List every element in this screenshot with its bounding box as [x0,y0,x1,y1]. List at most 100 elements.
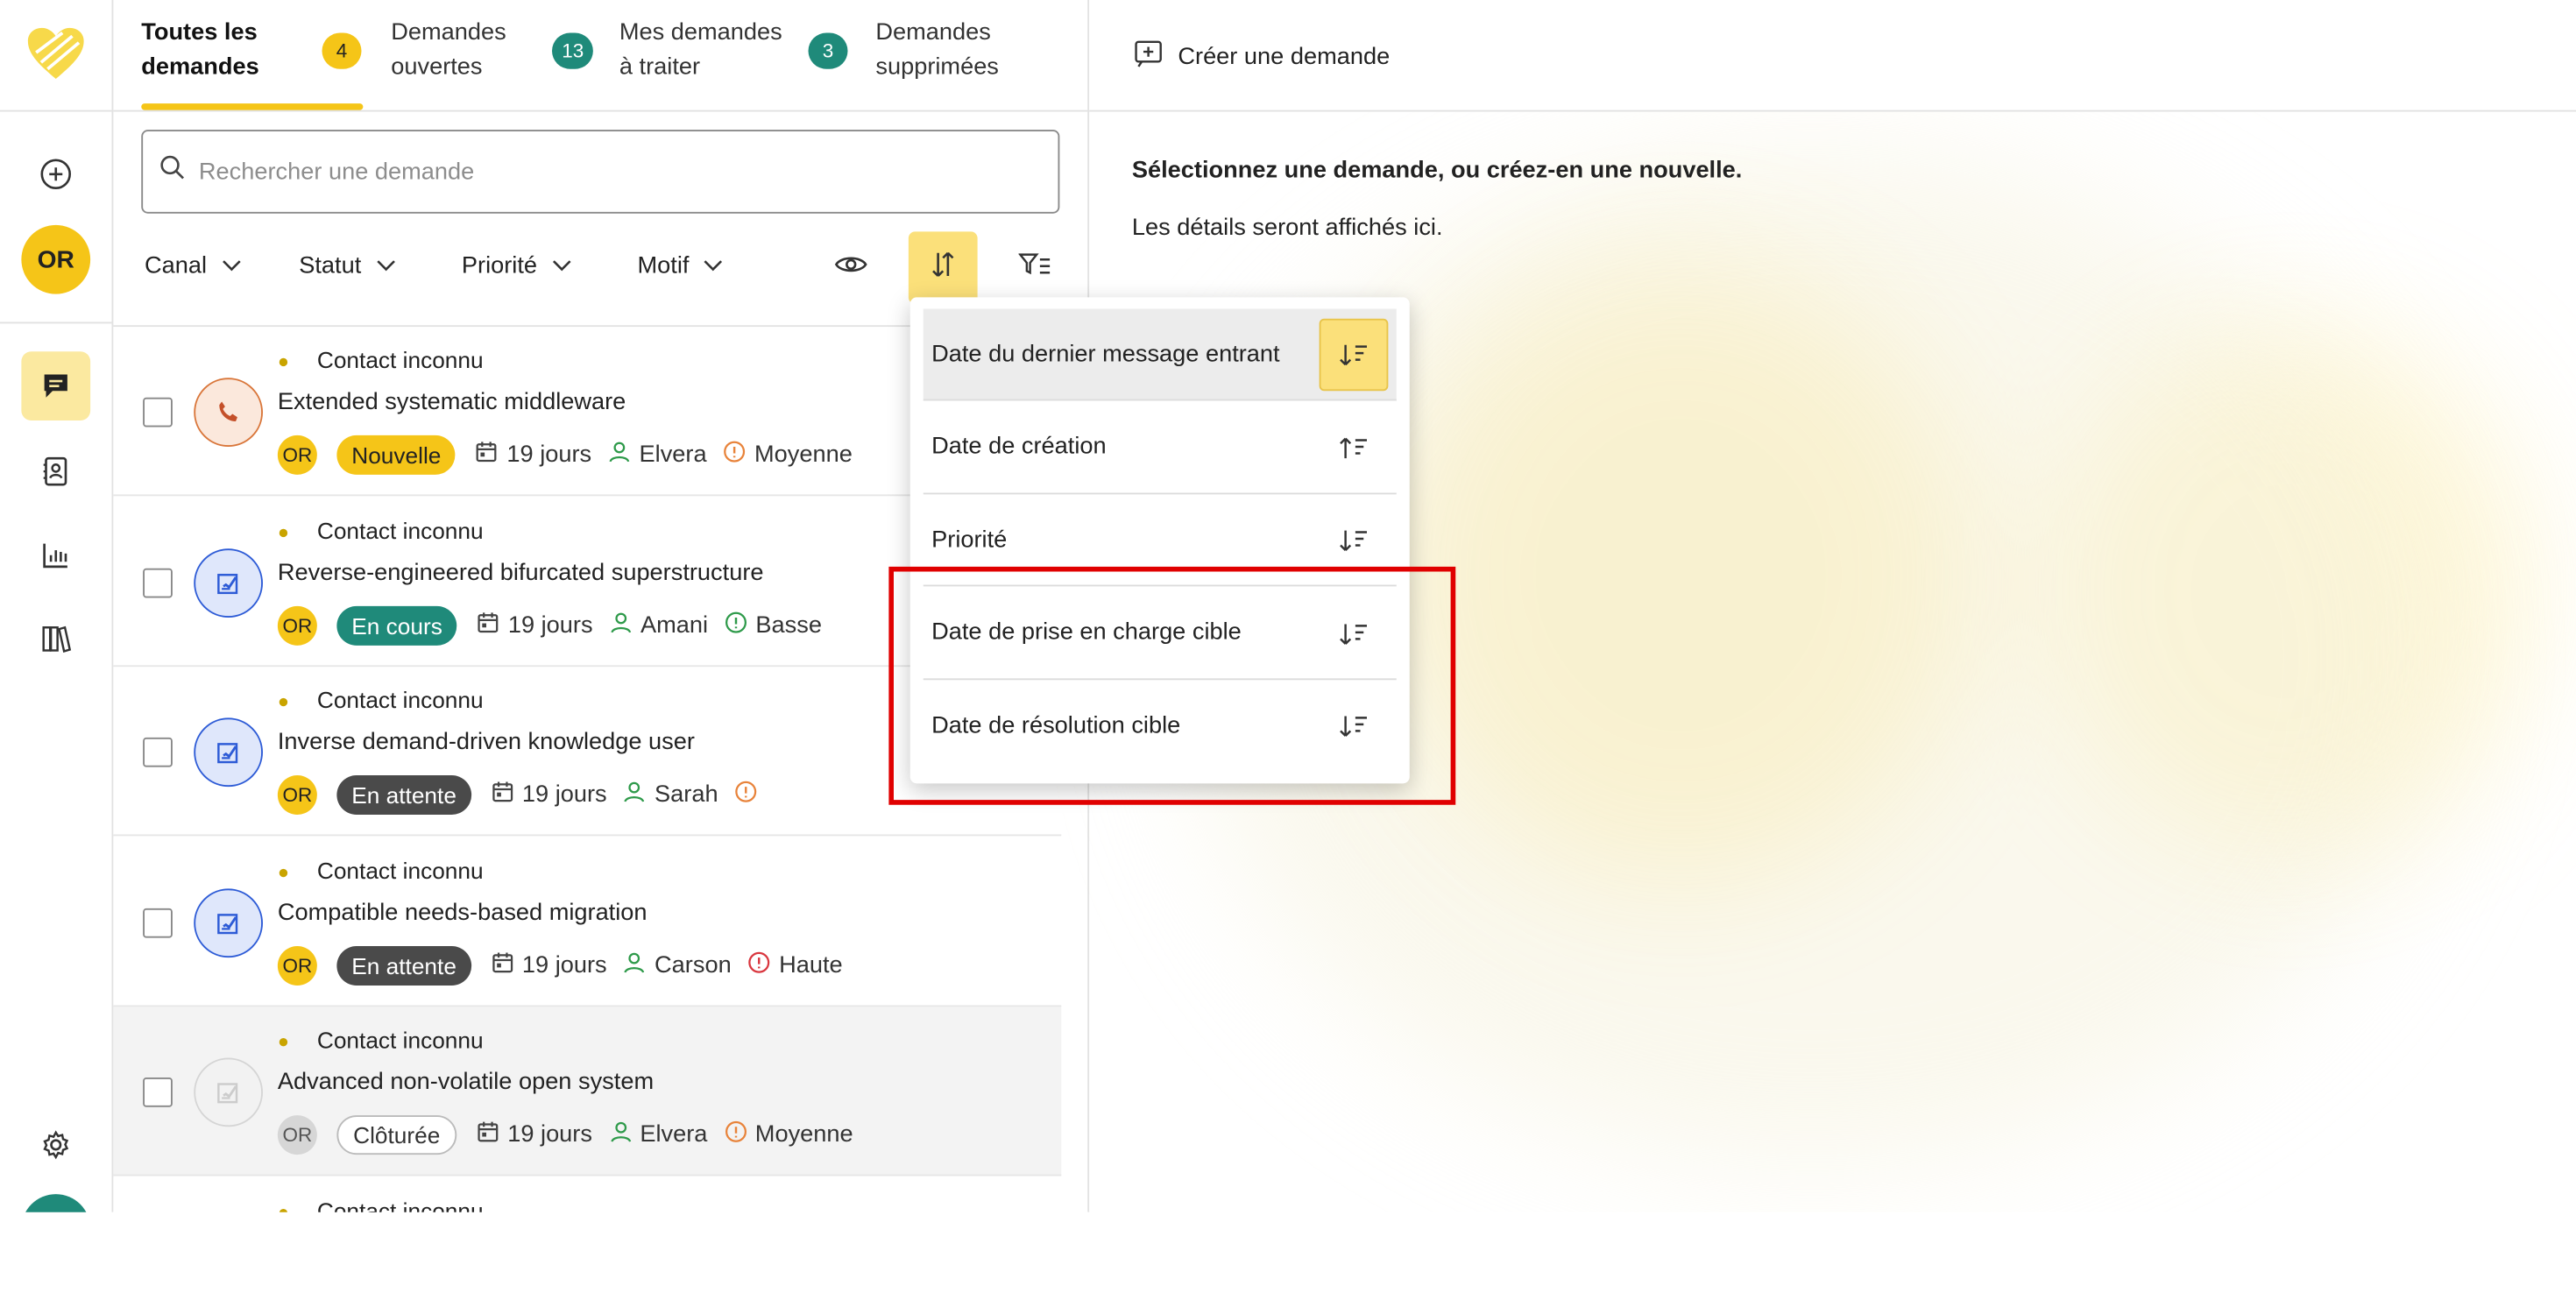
assignee-avatar: OR [277,945,317,986]
chevron-down-icon [550,253,573,279]
request-row[interactable]: Contact inconnu Compatible needs-based m… [113,837,1062,1007]
row-checkbox[interactable] [143,907,173,937]
agent-label: Carson [655,951,732,979]
tab-label: à traiter [619,53,701,81]
agent-label: Elvera [639,442,707,469]
sort-descending-icon[interactable] [1319,318,1389,392]
agent-label: Elvera [640,1121,708,1148]
request-title: Extended systematic middleware [277,389,626,416]
workspace-avatar[interactable]: OR [21,224,91,294]
contact-name: Contact inconnu [316,346,484,373]
add-icon[interactable] [21,139,90,208]
calendar-icon [477,611,499,640]
tab-label: Mes demandes [619,19,782,46]
search-input[interactable]: Rechercher une demande [141,130,1060,214]
row-checkbox[interactable] [143,397,173,427]
sort-option-label: Date de création [931,434,1107,460]
calendar-icon [491,781,513,810]
empty-state-title: Sélectionnez une demande, ou créez-en un… [1131,158,1743,184]
tab-all-requests[interactable]: Toutes les demandes [141,17,259,86]
priority-icon [725,611,747,640]
agent-item: Elvera [609,1120,708,1150]
request-row[interactable]: Contact inconnu Advanced non-volatile op… [113,1007,1062,1176]
priority-item: Moyenne [723,441,853,470]
sort-button[interactable] [908,231,978,304]
request-meta: OR En attente 19 jours Carson Haute [277,945,860,986]
sort-ascending-icon[interactable] [1320,412,1389,484]
tab-label: demandes [141,53,259,81]
chevron-down-icon [702,253,725,279]
row-checkbox[interactable] [143,737,173,767]
phone-channel-icon [194,378,263,447]
empty-state-subtitle: Les détails seront affichés ici. [1131,215,1443,242]
request-title: Reverse-engineered bifurcated superstruc… [277,559,764,586]
agent-label: Sarah [655,781,718,809]
contact-name: Contact inconnu [316,686,484,713]
age-item: 19 jours [491,950,607,980]
agent-item: Amani [609,611,708,640]
priority-item [734,781,757,810]
row-checkbox[interactable] [143,1078,173,1107]
create-request-button[interactable]: Créer une demande [1134,39,1390,75]
filter-label: Motif [637,252,690,279]
priority-item: Basse [725,611,822,640]
library-icon[interactable] [21,604,90,674]
request-row[interactable]: Contact inconnu Face to face logistical … [113,1176,1062,1212]
settings-icon[interactable] [21,1111,90,1180]
age-item: 19 jours [491,781,607,810]
status-badge: En attente [336,775,471,815]
contacts-icon[interactable] [21,437,90,506]
sort-descending-icon[interactable] [1320,505,1389,577]
eye-icon [834,252,868,284]
sort-option[interactable]: Date de création [923,401,1397,494]
contact-name: Contact inconnu [316,1026,484,1053]
filter-priority[interactable]: Priorité [462,253,573,279]
filter-status[interactable]: Statut [299,253,397,279]
priority-icon [734,781,757,810]
agent-item: Sarah [623,781,718,810]
unread-dot [279,357,288,367]
requests-icon[interactable] [21,351,91,420]
assignee-avatar: OR [277,435,317,475]
request-title: Advanced non-volatile open system [277,1069,655,1096]
contact-name: Contact inconnu [316,516,484,543]
priority-label: Moyenne [754,1121,853,1148]
request-title: Inverse demand-driven knowledge user [277,729,695,756]
request-meta: OR Nouvelle 19 jours Elvera Moyenne [277,435,869,475]
filter-icon [1017,251,1052,285]
age-item: 19 jours [477,1120,592,1150]
priority-label: Basse [755,611,822,639]
form-channel-icon [194,548,263,618]
brand-logo[interactable] [26,26,86,82]
priority-item: Moyenne [724,1120,853,1150]
status-badge: En cours [336,604,457,645]
priority-label: Moyenne [754,442,853,469]
profile-avatar[interactable]: AK [21,1194,91,1212]
stats-icon[interactable] [21,520,90,590]
tab-open-requests[interactable]: Demandes ouvertes [391,17,506,86]
sort-option[interactable]: Date du dernier message entrant [923,308,1397,401]
tab-label: ouvertes [391,53,483,81]
tab-deleted-requests[interactable]: Demandes supprimées [875,17,999,86]
filter-reason[interactable]: Motif [638,253,725,279]
filter-label: Canal [145,252,208,279]
request-meta: OR En attente 19 jours Sarah [277,775,774,815]
unread-dot [279,527,288,537]
filter-label: Priorité [461,252,538,279]
request-title: Compatible needs-based migration [277,899,648,926]
tab-my-requests[interactable]: Mes demandes à traiter [619,17,782,86]
filter-channel[interactable]: Canal [145,253,243,279]
advanced-filter-button[interactable] [1001,231,1070,304]
row-checkbox[interactable] [143,567,173,597]
status-badge: Clôturée [336,1115,457,1155]
age-label: 19 jours [507,611,593,639]
view-toggle-button[interactable] [817,231,886,304]
tab-label: Demandes [875,19,991,46]
detail-header: Créer une demande [1089,0,2576,112]
tab-label: supprimées [875,53,999,81]
unread-dot [279,697,288,707]
form-channel-icon [194,717,263,788]
sort-option-label: Priorité [931,526,1008,553]
age-item: 19 jours [476,441,591,470]
age-item: 19 jours [477,611,593,640]
